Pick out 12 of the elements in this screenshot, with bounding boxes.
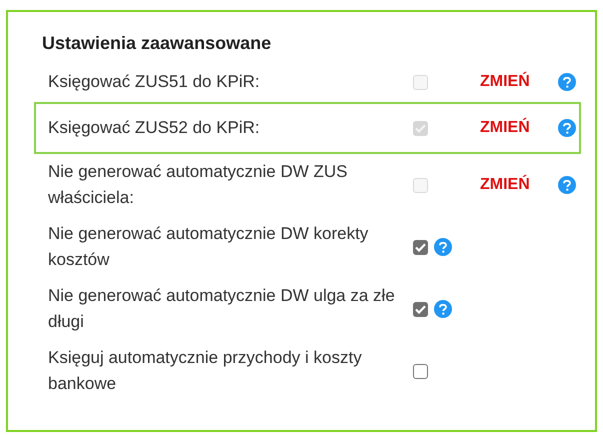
setting-label: Nie generować automatycznie DW ulga za złe długi bbox=[48, 285, 396, 333]
setting-label: Księgować ZUS52 do KPiR: bbox=[48, 117, 261, 139]
checkbox[interactable] bbox=[413, 364, 428, 378]
help-icon[interactable] bbox=[434, 300, 452, 318]
setting-label: Nie generować automatycznie DW korekty kosztów bbox=[48, 223, 370, 271]
setting-label: Księguj automatycznie przychody i koszty bankowe bbox=[48, 347, 363, 395]
checkbox[interactable] bbox=[413, 302, 428, 316]
help-icon[interactable] bbox=[434, 238, 452, 256]
setting-label: Księgować ZUS51 do KPiR: bbox=[48, 71, 261, 93]
setting-label: Nie generować automatycznie DW ZUS właściciela: bbox=[48, 161, 349, 209]
checkbox[interactable] bbox=[413, 240, 428, 254]
section-title: Ustawienia zaawansowane bbox=[42, 32, 272, 54]
